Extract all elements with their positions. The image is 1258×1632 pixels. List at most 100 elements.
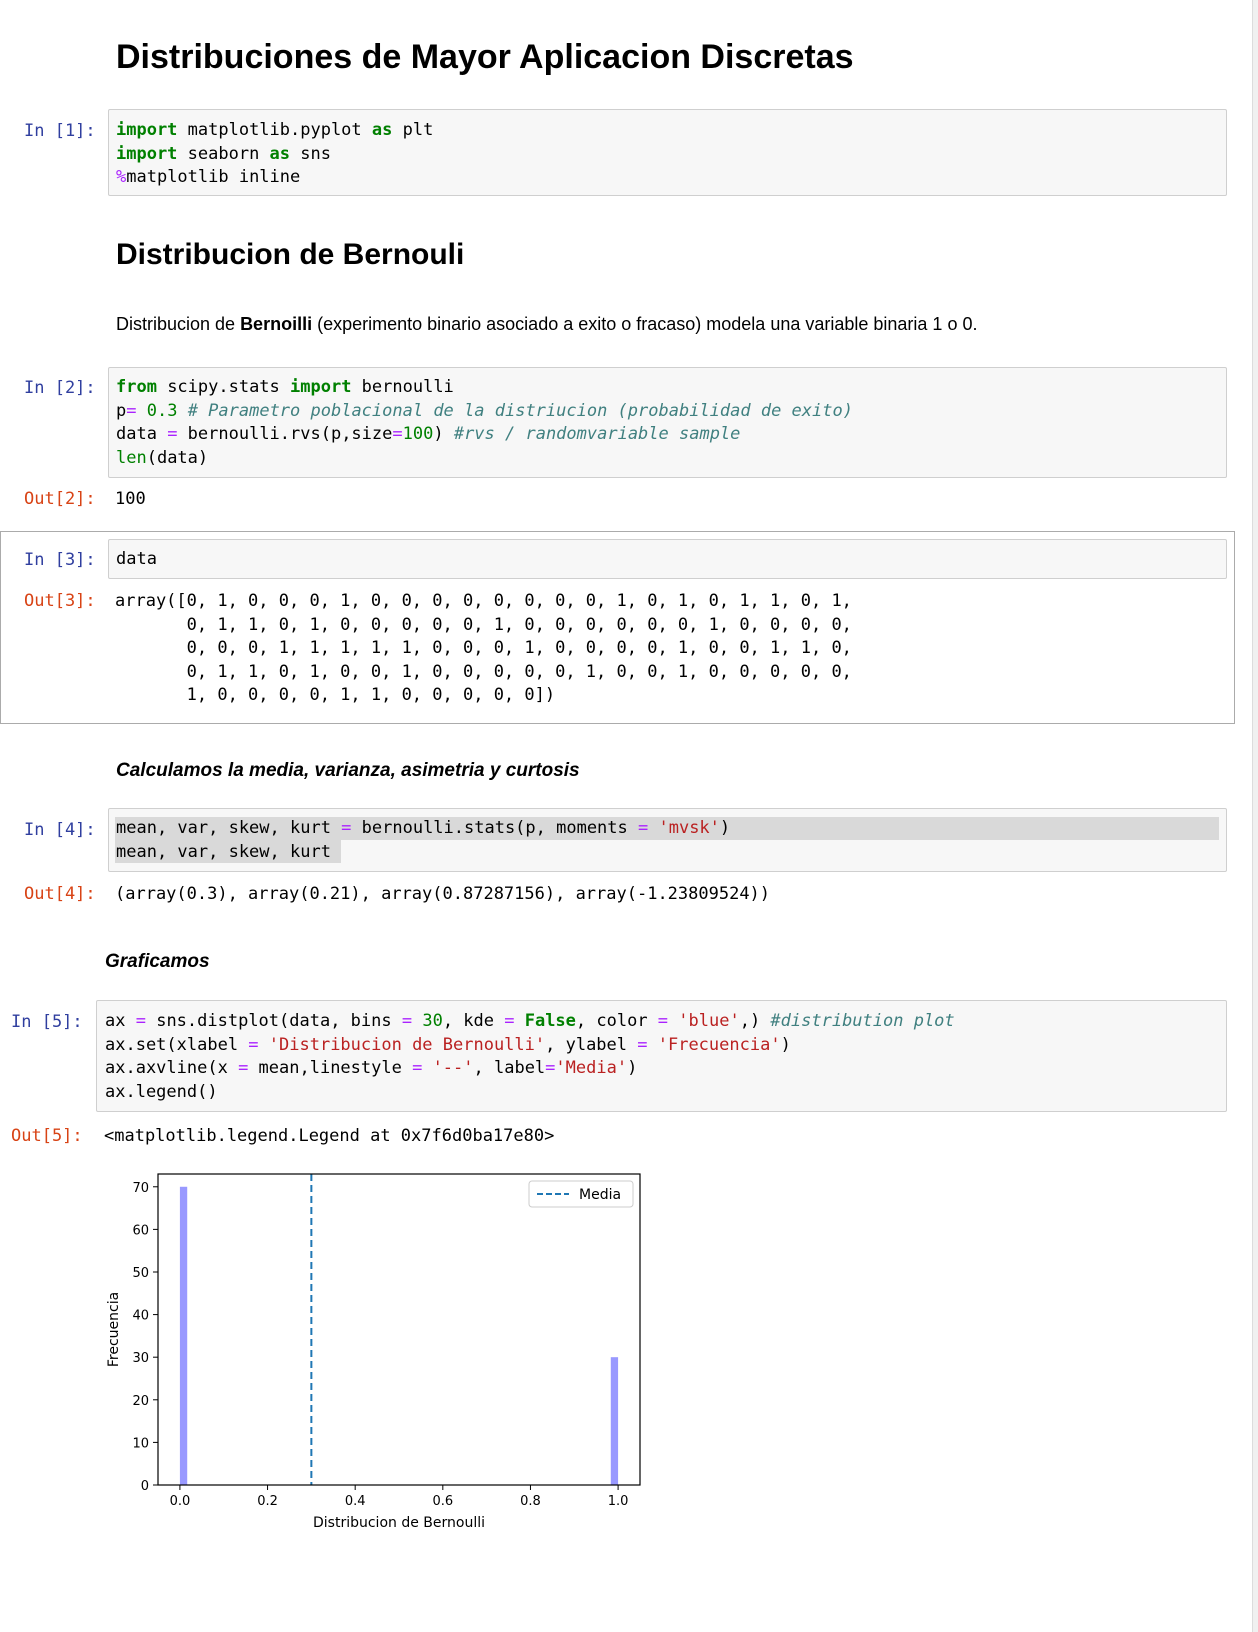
code-token: =	[248, 1034, 259, 1055]
code-token: matplotlib.pyplot	[177, 120, 372, 140]
code-line: data	[116, 549, 157, 569]
code-token: ax.set(xlabel	[105, 1034, 249, 1055]
code-token: =	[638, 818, 649, 838]
code-token: , ylabel	[545, 1034, 638, 1055]
code-cell-4[interactable]: mean, var, skew, kurt = bernoulli.stats(…	[108, 808, 1227, 872]
code-comment: #rvs / randomvariable sample	[453, 424, 741, 444]
out-prompt-4: Out[4]:	[24, 884, 96, 904]
code-token: )	[433, 424, 454, 444]
code-token: bernoulli.rvs(p,size	[177, 424, 393, 444]
x-tick-label: 0.4	[345, 1494, 366, 1509]
y-tick-label: 30	[132, 1351, 149, 1366]
plot-frame	[157, 1173, 641, 1486]
code-token: )	[719, 818, 731, 838]
code-token: 'Frecuencia'	[647, 1034, 781, 1055]
in-prompt-1: In [1]:	[24, 121, 96, 141]
out-prompt-2: Out[2]:	[24, 489, 96, 509]
code-token: '--'	[422, 1058, 474, 1078]
paragraph-text: (experimento binario asociado a exito o …	[312, 314, 978, 334]
distribution-chart: 0.0 0.2 0.4 0.6 0.8 1.0 0 10 20 30 40 50 60 70 Distrib…	[106, 1173, 641, 1531]
code-token: =	[167, 424, 178, 444]
histogram-bar	[179, 1186, 188, 1485]
output-4: (array(0.3), array(0.21), array(0.872871…	[115, 884, 771, 904]
y-axis-label: Frecuencia	[106, 1292, 122, 1367]
code-token: as	[269, 143, 291, 164]
code-token: =	[392, 424, 403, 444]
code-token: False	[514, 1011, 576, 1031]
x-axis-label: Distribucion de Bernoulli	[313, 1515, 485, 1531]
in-prompt-4: In [4]:	[24, 820, 96, 840]
code-token: scipy.stats	[156, 377, 291, 397]
code-token: =	[126, 400, 137, 421]
legend-label: Media	[579, 1187, 621, 1203]
code-cell-3[interactable]: data	[108, 539, 1227, 579]
code-token: 'blue'	[668, 1011, 740, 1031]
code-token: =	[341, 818, 352, 838]
x-tick-label: 0.2	[257, 1494, 278, 1509]
output-line: array([0, 1, 0, 0, 0, 1, 0, 0, 0, 0, 0, …	[115, 591, 852, 611]
code-token: 0.3	[136, 400, 188, 421]
intro-paragraph: Distribucion de Bernoilli (experimento b…	[116, 314, 977, 335]
code-token: =	[504, 1011, 515, 1031]
x-tick-label: 0.8	[520, 1494, 541, 1509]
code-token: data	[116, 424, 168, 444]
y-tick-label: 10	[132, 1436, 149, 1451]
code-token: from	[116, 377, 157, 397]
paragraph-bold-term: Bernoilli	[240, 314, 313, 334]
y-tick-label: 50	[132, 1266, 149, 1281]
code-token: as	[371, 120, 393, 140]
code-token: bernoulli.stats(p, moments	[351, 818, 638, 838]
code-token: seaborn	[177, 143, 270, 164]
code-comment: #distribution plot	[770, 1011, 955, 1031]
code-token: (data)	[146, 447, 209, 468]
code-token: plt	[392, 120, 434, 140]
in-prompt-3: In [3]:	[24, 550, 96, 570]
code-token: 'Distribucion de Bernoulli'	[258, 1034, 546, 1055]
code-token: ax	[105, 1011, 136, 1031]
code-token: )	[627, 1058, 638, 1078]
output-line: 0, 1, 1, 0, 1, 0, 0, 1, 0, 0, 0, 0, 0, 1…	[115, 661, 852, 682]
code-token: =	[412, 1058, 423, 1078]
code-token: =	[657, 1011, 669, 1031]
y-tick-label: 70	[132, 1181, 149, 1196]
in-prompt-5: In [5]:	[11, 1012, 83, 1032]
code-token: , label	[473, 1058, 546, 1078]
out-prompt-5: Out[5]:	[11, 1126, 83, 1146]
output-5: <matplotlib.legend.Legend at 0x7f6d0ba17…	[104, 1126, 555, 1146]
code-token: mean, var, skew, kurt	[116, 818, 342, 838]
code-token: import	[290, 377, 352, 397]
x-tick-label: 0.0	[170, 1494, 191, 1509]
code-token: mean,linestyle	[248, 1058, 413, 1078]
page-scrollbar[interactable]	[1252, 0, 1258, 1632]
output-2: 100	[115, 489, 146, 509]
code-token: import	[116, 143, 178, 164]
code-token: )	[780, 1034, 791, 1055]
code-token: ax.legend()	[105, 1081, 218, 1102]
x-tick-label: 0.6	[432, 1494, 453, 1509]
output-line: 1, 0, 0, 0, 0, 1, 1, 0, 0, 0, 0, 0])	[115, 685, 556, 705]
code-token: sns	[290, 143, 331, 164]
heading-stats: Calculamos la media, varianza, asimetria…	[116, 760, 580, 781]
code-token: 'mvsk'	[648, 818, 720, 838]
code-token: len	[116, 447, 147, 468]
code-cell-1[interactable]: import matplotlib.pyplot as plt import s…	[108, 109, 1227, 196]
in-prompt-2: In [2]:	[24, 378, 96, 398]
y-tick-label: 0	[141, 1479, 149, 1494]
x-tick-label: 1.0	[608, 1494, 629, 1509]
y-tick-label: 40	[132, 1309, 149, 1324]
histogram-bar	[610, 1357, 619, 1485]
y-tick-label: 20	[132, 1394, 149, 1409]
code-token: =	[545, 1058, 556, 1078]
code-token: =	[637, 1034, 648, 1055]
code-token: 'Media'	[555, 1058, 628, 1078]
section-title: Distribucion de Bernouli	[116, 238, 465, 271]
code-token: 100	[402, 424, 434, 444]
code-cell-5[interactable]: ax = sns.distplot(data, bins = 30, kde =…	[96, 1000, 1227, 1112]
code-token: ,)	[739, 1011, 771, 1031]
code-token: import	[116, 120, 178, 140]
output-3: array([0, 1, 0, 0, 0, 1, 0, 0, 0, 0, 0, …	[115, 590, 852, 708]
code-cell-2[interactable]: from scipy.stats import bernoulli p= 0.3…	[108, 367, 1227, 478]
code-token: matplotlib inline	[126, 167, 301, 187]
heading-plot: Graficamos	[105, 951, 210, 972]
code-token: , kde	[442, 1011, 505, 1031]
